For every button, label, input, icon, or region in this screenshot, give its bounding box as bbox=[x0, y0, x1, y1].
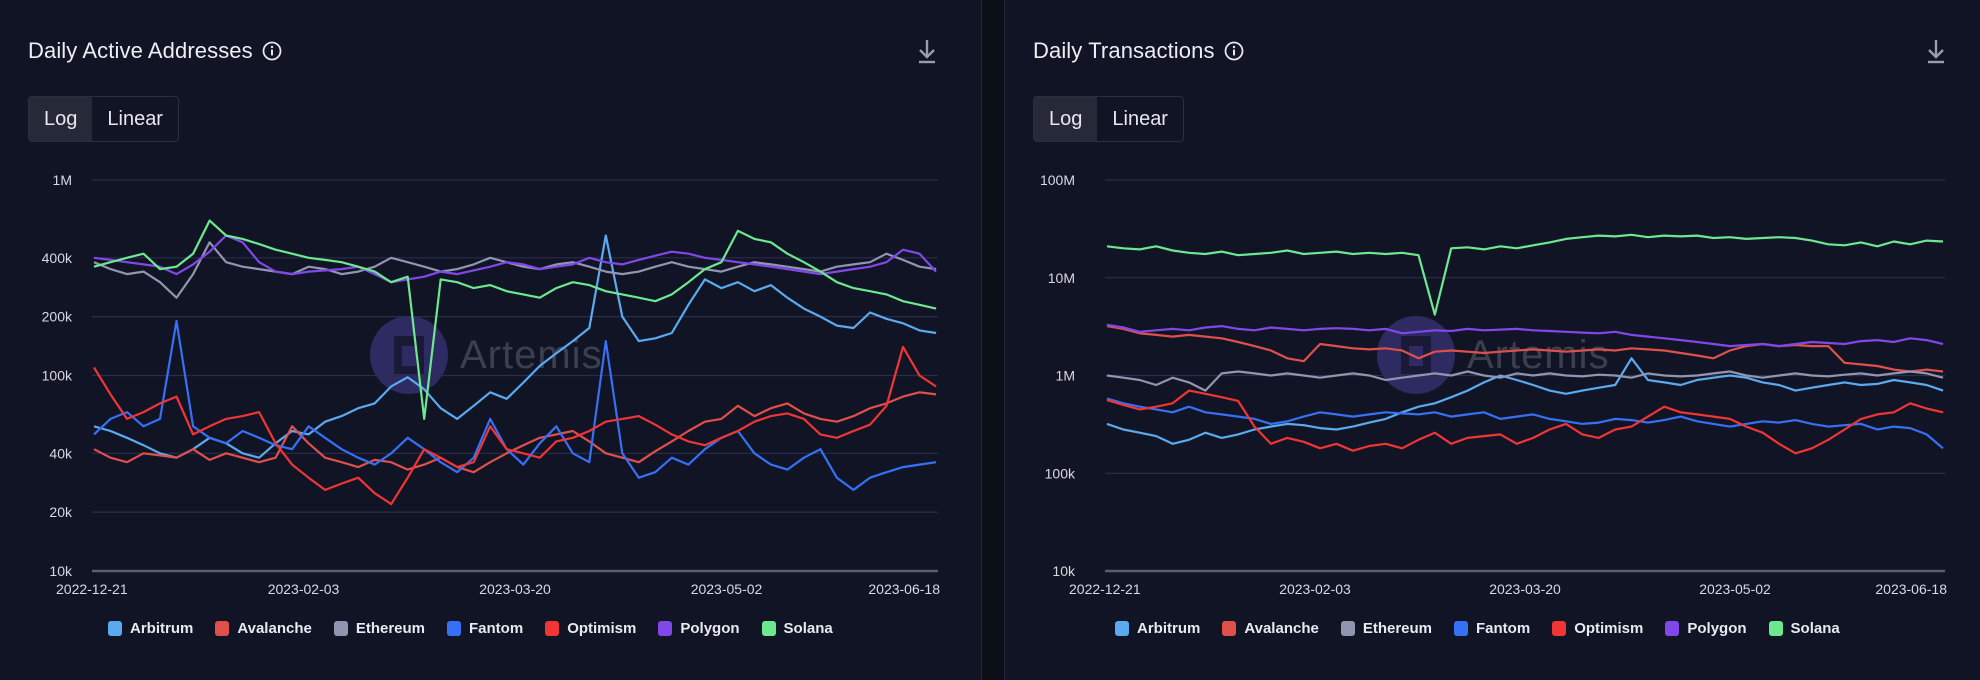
y-tick-label: 100M bbox=[1040, 172, 1075, 188]
x-tick-label: 2023-03-20 bbox=[1489, 581, 1561, 597]
series-line-optimism[interactable] bbox=[1106, 389, 1944, 455]
legend-swatch bbox=[108, 621, 122, 636]
x-tick-label: 2023-06-18 bbox=[868, 581, 940, 597]
legend-label: Arbitrum bbox=[130, 620, 194, 637]
title-row: Daily Active Addresses bbox=[28, 38, 282, 64]
x-tick-label: 2023-05-02 bbox=[1699, 581, 1771, 597]
legend-swatch bbox=[333, 621, 348, 636]
legend-item-solana[interactable]: Solana bbox=[1768, 620, 1840, 637]
toggle-linear[interactable]: Linear bbox=[92, 97, 178, 141]
legend-label: Avalanche bbox=[237, 620, 312, 637]
download-icon[interactable] bbox=[1925, 38, 1947, 66]
legend-item-avalanche[interactable]: Avalanche bbox=[215, 620, 312, 637]
y-tick-label: 1M bbox=[53, 172, 72, 188]
legend-label: Fantom bbox=[469, 620, 524, 637]
legend-swatch bbox=[545, 621, 560, 636]
y-tick-label: 100k bbox=[1045, 465, 1076, 481]
toggle-linear[interactable]: Linear bbox=[1097, 97, 1183, 141]
series-line-polygon[interactable] bbox=[1106, 323, 1944, 348]
legend-label: Arbitrum bbox=[1137, 620, 1201, 637]
legend-label: Solana bbox=[1790, 620, 1840, 637]
legend-swatch bbox=[215, 621, 230, 636]
legend-swatch bbox=[447, 621, 462, 636]
legend-swatch bbox=[1222, 621, 1237, 636]
legend-item-arbitrum[interactable]: Arbitrum bbox=[1115, 620, 1200, 637]
series-line-polygon[interactable] bbox=[93, 234, 937, 284]
title-row: Daily Transactions bbox=[1033, 38, 1244, 64]
legend-item-ethereum[interactable]: Ethereum bbox=[1340, 620, 1433, 637]
y-tick-label: 20k bbox=[49, 504, 73, 520]
legend-item-fantom[interactable]: Fantom bbox=[1454, 620, 1530, 637]
legend-item-ethereum[interactable]: Ethereum bbox=[333, 620, 426, 637]
scale-toggle: Log Linear bbox=[28, 96, 179, 142]
legend-swatch bbox=[1115, 621, 1129, 636]
y-tick-label: 10k bbox=[49, 563, 73, 579]
y-tick-label: 10k bbox=[1052, 563, 1076, 579]
y-tick-label: 200k bbox=[42, 309, 73, 325]
series-line-ethereum[interactable] bbox=[93, 241, 937, 299]
legend-item-arbitrum[interactable]: Arbitrum bbox=[108, 620, 193, 637]
y-tick-label: 1M bbox=[1056, 368, 1075, 384]
legend-label: Optimism bbox=[1574, 620, 1644, 637]
series-line-solana[interactable] bbox=[1106, 233, 1944, 316]
y-tick-label: 40k bbox=[49, 445, 73, 461]
legend-item-solana[interactable]: Solana bbox=[761, 620, 833, 637]
panel-daily-active-addresses: Daily Active Addresses Log Linear Artemi… bbox=[0, 0, 982, 680]
series-line-fantom[interactable] bbox=[93, 319, 937, 491]
series-line-avalanche[interactable] bbox=[1106, 325, 1944, 373]
legend-swatch bbox=[1340, 621, 1355, 636]
legend-item-polygon[interactable]: Polygon bbox=[658, 620, 740, 637]
info-icon[interactable] bbox=[1224, 41, 1244, 61]
y-tick-label: 100k bbox=[42, 368, 73, 384]
legend-label: Optimism bbox=[567, 620, 637, 637]
x-tick-label: 2023-05-02 bbox=[691, 581, 763, 597]
toggle-log[interactable]: Log bbox=[29, 97, 93, 141]
series-line-avalanche[interactable] bbox=[93, 391, 937, 474]
legend-label: Solana bbox=[783, 620, 833, 637]
chart-title: Daily Transactions bbox=[1033, 38, 1215, 63]
scale-toggle: Log Linear bbox=[1033, 96, 1184, 142]
legend-label: Ethereum bbox=[1362, 620, 1433, 637]
legend-swatch bbox=[761, 621, 776, 636]
legend: Arbitrum Avalanche Ethereum Fantom Optimism P… bbox=[1115, 620, 1862, 637]
x-tick-label: 2023-02-03 bbox=[268, 581, 340, 597]
chart-daily-transactions: 100M 10M 1M 100k 10k 2022-12-21 2023-02-03 2023… bbox=[1040, 172, 1947, 597]
x-tick-label: 2022-12-21 bbox=[56, 581, 128, 597]
legend-label: Avalanche bbox=[1244, 620, 1319, 637]
legend-swatch bbox=[1768, 621, 1783, 636]
legend-swatch bbox=[1665, 621, 1680, 636]
x-tick-label: 2023-02-03 bbox=[1279, 581, 1351, 597]
series-line-optimism[interactable] bbox=[93, 345, 937, 506]
panel-daily-transactions: Daily Transactions Log Linear Artemis 10… bbox=[1004, 0, 1980, 680]
info-icon[interactable] bbox=[262, 41, 282, 61]
legend-label: Ethereum bbox=[355, 620, 426, 637]
toggle-log[interactable]: Log bbox=[1034, 97, 1098, 141]
legend-item-polygon[interactable]: Polygon bbox=[1665, 620, 1747, 637]
chart-title: Daily Active Addresses bbox=[28, 38, 253, 63]
chart-daily-active-addresses: 1M 400k 200k 100k 40k 20k 10k 2022-12-21 2023-02… bbox=[42, 172, 941, 597]
x-tick-label: 2022-12-21 bbox=[1069, 581, 1141, 597]
y-tick-label: 400k bbox=[42, 250, 73, 266]
series-line-solana[interactable] bbox=[93, 219, 937, 420]
legend-label: Fantom bbox=[1476, 620, 1531, 637]
legend: Arbitrum Avalanche Ethereum Fantom Optimism P… bbox=[108, 620, 855, 637]
legend-label: Polygon bbox=[1687, 620, 1747, 637]
legend-swatch bbox=[1454, 621, 1469, 636]
legend-label: Polygon bbox=[680, 620, 740, 637]
download-icon[interactable] bbox=[916, 38, 938, 66]
legend-item-fantom[interactable]: Fantom bbox=[447, 620, 523, 637]
legend-item-optimism[interactable]: Optimism bbox=[545, 620, 636, 637]
x-tick-label: 2023-03-20 bbox=[479, 581, 551, 597]
legend-swatch bbox=[658, 621, 673, 636]
legend-item-optimism[interactable]: Optimism bbox=[1552, 620, 1643, 637]
legend-swatch bbox=[1552, 621, 1567, 636]
legend-item-avalanche[interactable]: Avalanche bbox=[1222, 620, 1319, 637]
x-tick-label: 2023-06-18 bbox=[1875, 581, 1947, 597]
y-tick-label: 10M bbox=[1048, 270, 1075, 286]
